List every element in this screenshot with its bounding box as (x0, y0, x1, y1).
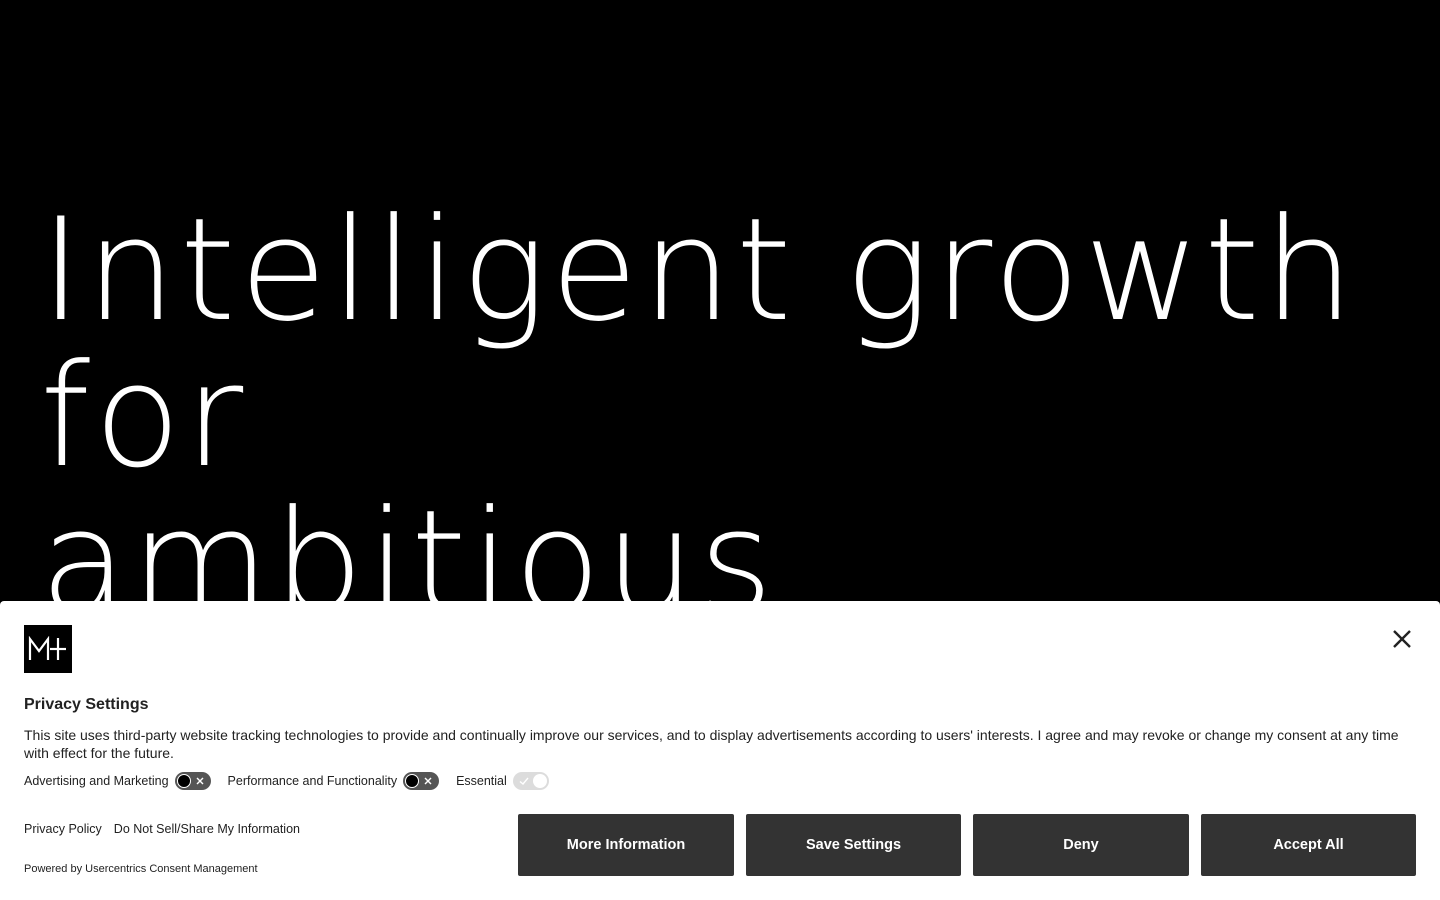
privacy-description: This site uses third-party website track… (24, 727, 1399, 761)
close-button[interactable] (1386, 623, 1418, 655)
toggle-essential: Essential (456, 772, 549, 790)
brand-logo (24, 625, 72, 673)
toggle-label: Advertising and Marketing (24, 774, 169, 788)
brand-logo-mark (28, 636, 66, 660)
switch-knob (405, 774, 420, 788)
hero-heading-line-2: for (40, 334, 248, 499)
consent-links: Privacy Policy Do Not Sell/Share My Info… (24, 822, 312, 836)
essential-switch (512, 772, 549, 790)
switch-knob (532, 774, 547, 788)
performance-functionality-switch[interactable] (403, 772, 440, 790)
privacy-policy-link[interactable]: Privacy Policy (24, 822, 102, 836)
switch-knob (176, 774, 191, 788)
consent-banner: Privacy Settings This site uses third-pa… (0, 601, 1440, 900)
privacy-settings-title: Privacy Settings (24, 696, 149, 713)
toggle-label: Performance and Functionality (227, 774, 398, 788)
x-icon (424, 777, 432, 785)
deny-button[interactable]: Deny (973, 814, 1189, 876)
accept-all-button[interactable]: Accept All (1201, 814, 1416, 876)
check-icon (519, 777, 529, 785)
hero-heading-line-1: Intelligent growth (40, 188, 1358, 353)
do-not-sell-link[interactable]: Do Not Sell/Share My Information (114, 822, 300, 836)
toggle-label: Essential (456, 774, 507, 788)
advertising-marketing-switch[interactable] (174, 772, 211, 790)
toggle-performance-functionality: Performance and Functionality (228, 772, 440, 790)
powered-by-text: Powered by Usercentrics Consent Manageme… (24, 863, 258, 875)
consent-toggles: Advertising and Marketing Performance an… (24, 771, 566, 791)
save-settings-button[interactable]: Save Settings (746, 814, 961, 876)
toggle-advertising-marketing: Advertising and Marketing (24, 772, 211, 790)
hero-heading: Intelligent growth for ambitious (40, 188, 1358, 636)
x-icon (196, 777, 204, 785)
more-information-button[interactable]: More Information (518, 814, 734, 876)
close-icon (1393, 630, 1411, 648)
